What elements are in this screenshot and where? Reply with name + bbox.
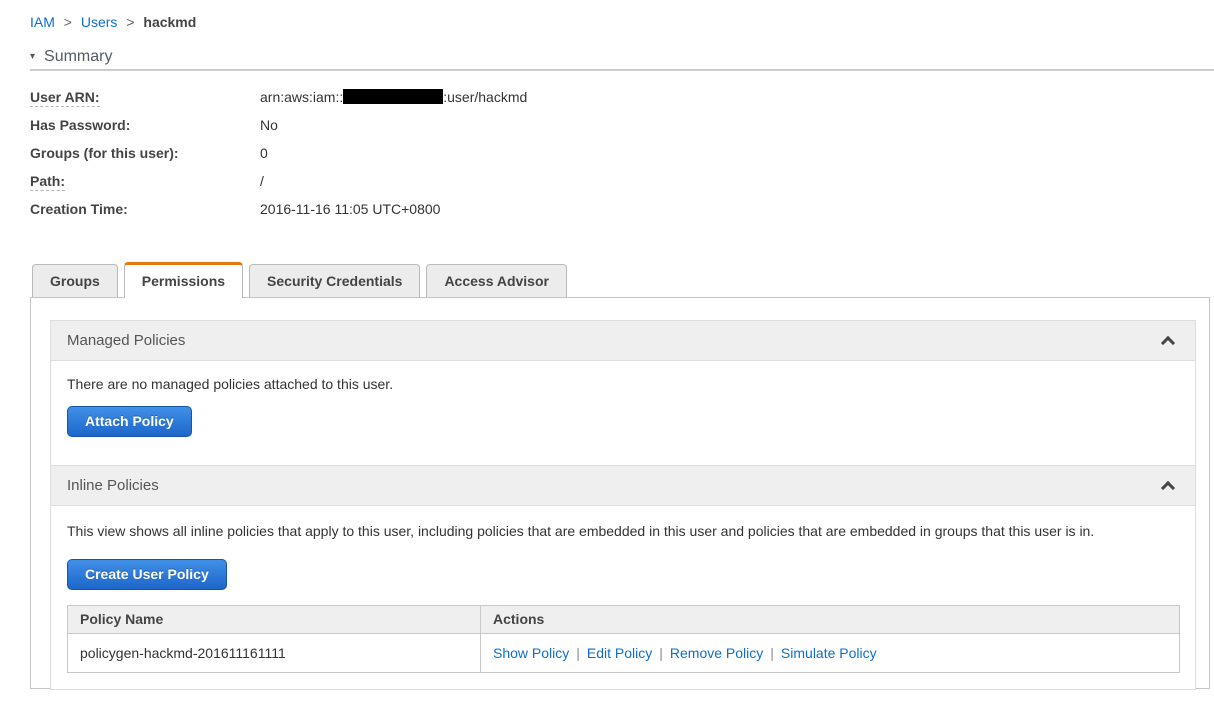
breadcrumb-separator: > xyxy=(63,14,72,30)
summary-row-has-password: Has Password: No xyxy=(30,111,1214,139)
tab-permissions[interactable]: Permissions xyxy=(123,262,244,298)
inline-policies-description: This view shows all inline policies that… xyxy=(67,523,1095,539)
action-separator: | xyxy=(659,645,663,661)
summary-fields: User ARN: arn:aws:iam:::user/hackmd Has … xyxy=(30,83,1214,223)
tab-access-advisor[interactable]: Access Advisor xyxy=(426,264,567,297)
path-value: / xyxy=(260,173,264,189)
chevron-up-icon[interactable] xyxy=(1160,335,1176,351)
table-row: policygen-hackmd-201611161111 Show Polic… xyxy=(67,633,1180,673)
create-user-policy-button[interactable]: Create User Policy xyxy=(67,559,227,590)
managed-policies-section: Managed Policies There are no managed po… xyxy=(50,320,1196,466)
inline-policies-header: Inline Policies xyxy=(51,466,1195,506)
managed-policies-empty-text: There are no managed policies attached t… xyxy=(67,376,394,392)
attach-policy-button[interactable]: Attach Policy xyxy=(67,406,192,437)
creation-time-label: Creation Time: xyxy=(30,201,128,217)
groups-count-label: Groups (for this user): xyxy=(30,145,179,161)
inline-policies-body: This view shows all inline policies that… xyxy=(51,506,1195,689)
user-arn-value: arn:aws:iam:::user/hackmd xyxy=(260,89,528,105)
permissions-tab-panel: Managed Policies There are no managed po… xyxy=(30,297,1210,690)
remove-policy-link[interactable]: Remove Policy xyxy=(670,645,763,661)
collapse-triangle-icon[interactable]: ▾ xyxy=(30,48,35,66)
summary-row-user-arn: User ARN: arn:aws:iam:::user/hackmd xyxy=(30,83,1214,111)
inline-policies-table: Policy Name Actions policygen-hackmd-201… xyxy=(67,605,1180,673)
inline-policies-title: Inline Policies xyxy=(67,477,159,494)
breadcrumb: IAM > Users > hackmd xyxy=(30,14,1214,30)
edit-policy-link[interactable]: Edit Policy xyxy=(587,645,652,661)
groups-count-value: 0 xyxy=(260,145,268,161)
managed-policies-body: There are no managed policies attached t… xyxy=(51,361,1195,465)
breadcrumb-link-iam[interactable]: IAM xyxy=(30,14,55,30)
table-header-row: Policy Name Actions xyxy=(67,605,1180,634)
tab-groups[interactable]: Groups xyxy=(32,264,118,297)
managed-policies-header: Managed Policies xyxy=(51,321,1195,361)
summary-divider xyxy=(30,69,1214,71)
actions-column-header: Actions xyxy=(480,605,1180,634)
iam-user-detail-page: IAM > Users > hackmd ▾ Summary User ARN:… xyxy=(0,0,1214,690)
policy-name-cell: policygen-hackmd-201611161111 xyxy=(67,633,481,673)
breadcrumb-separator: > xyxy=(126,14,135,30)
path-label: Path: xyxy=(30,173,65,191)
chevron-up-icon[interactable] xyxy=(1160,480,1176,496)
tab-security-credentials[interactable]: Security Credentials xyxy=(249,264,421,297)
summary-row-creation-time: Creation Time: 2016-11-16 11:05 UTC+0800 xyxy=(30,195,1214,223)
managed-policies-title: Managed Policies xyxy=(67,332,186,349)
action-separator: | xyxy=(770,645,774,661)
breadcrumb-current-user: hackmd xyxy=(143,14,197,30)
simulate-policy-link[interactable]: Simulate Policy xyxy=(781,645,877,661)
breadcrumb-link-users[interactable]: Users xyxy=(81,14,118,30)
redacted-account-id xyxy=(343,89,444,104)
inline-policies-section: Inline Policies This view shows all inli… xyxy=(50,465,1196,690)
summary-section-header[interactable]: ▾ Summary xyxy=(30,48,1214,66)
show-policy-link[interactable]: Show Policy xyxy=(493,645,569,661)
user-arn-label: User ARN: xyxy=(30,89,100,107)
summary-row-groups: Groups (for this user): 0 xyxy=(30,139,1214,167)
creation-time-value: 2016-11-16 11:05 UTC+0800 xyxy=(260,201,441,217)
has-password-label: Has Password: xyxy=(30,117,131,133)
user-detail-tabs: Groups Permissions Security Credentials … xyxy=(32,262,1214,298)
summary-row-path: Path: / xyxy=(30,167,1214,195)
has-password-value: No xyxy=(260,117,278,133)
action-separator: | xyxy=(576,645,580,661)
policy-name-column-header: Policy Name xyxy=(67,605,481,634)
summary-title: Summary xyxy=(44,48,113,65)
policy-actions-cell: Show Policy | Edit Policy | Remove Policy | Si… xyxy=(480,633,1180,673)
